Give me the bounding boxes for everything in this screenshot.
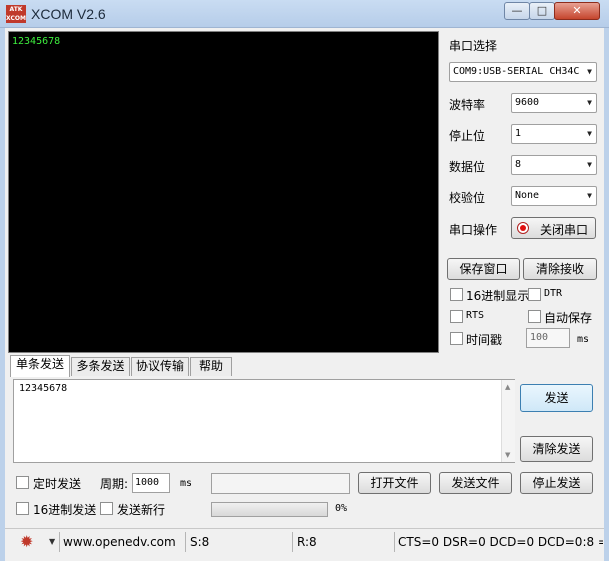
timestamp-interval-input[interactable]: 100 (526, 328, 570, 348)
dtr-checkbox[interactable] (528, 288, 541, 301)
auto-save-label: 自动保存 (544, 311, 593, 325)
scroll-up-icon[interactable]: ▲ (505, 383, 510, 391)
send-text: 12345678 (19, 383, 68, 394)
send-file-button[interactable]: 发送文件 (439, 472, 512, 494)
close-port-label: 关闭串口 (540, 223, 589, 237)
window-title: XCOM V2.6 (31, 6, 106, 22)
hex-send-label: 16进制发送 (33, 503, 97, 517)
timestamp-checkbox[interactable] (450, 332, 463, 345)
tab-help[interactable]: 帮助 (190, 357, 232, 376)
chevron-down-icon: ▼ (587, 191, 592, 200)
minimize-button[interactable]: — (504, 2, 530, 20)
hex-send-checkbox[interactable] (16, 502, 29, 515)
chevron-down-icon: ▼ (587, 98, 592, 107)
stopbits-value: 1 (515, 128, 522, 139)
baud-value: 9600 (515, 97, 540, 108)
receive-text: 12345678 (12, 36, 61, 47)
line-status: CTS=0 DSR=0 DCD=0 DCD=0:8 =0 (398, 535, 603, 549)
status-bar: ✹ ▼ www.openedv.com S:8 R:8 CTS=0 DSR=0 … (5, 528, 604, 556)
status-separator (292, 532, 293, 552)
chevron-down-icon[interactable]: ▼ (49, 537, 55, 546)
stopbits-label: 停止位 (449, 129, 486, 143)
chevron-down-icon: ▼ (587, 160, 592, 169)
send-button[interactable]: 发送 (520, 384, 593, 412)
port-select[interactable]: COM9:USB-SERIAL CH34C ▼ (449, 62, 597, 82)
save-window-button[interactable]: 保存窗口 (447, 258, 520, 280)
period-input[interactable]: 1000 (132, 473, 170, 493)
stopbits-select[interactable]: 1 ▼ (511, 124, 597, 144)
send-newline-checkbox[interactable] (100, 502, 113, 515)
send-scrollbar[interactable]: ▲ ▼ (501, 380, 515, 462)
close-button[interactable]: ✕ (554, 2, 600, 20)
maximize-button[interactable]: □ (529, 2, 555, 20)
chevron-down-icon: ▼ (587, 67, 592, 76)
file-path-field[interactable] (211, 473, 350, 494)
port-operation-label: 串口操作 (449, 223, 498, 237)
parity-label: 校验位 (449, 191, 486, 205)
auto-save-checkbox[interactable] (528, 310, 541, 323)
timestamp-label: 时间戳 (466, 333, 503, 347)
hex-display-checkbox[interactable] (450, 288, 463, 301)
sent-count: S:8 (190, 535, 210, 549)
databits-label: 数据位 (449, 160, 486, 174)
logo-text-top: ATK (9, 6, 23, 13)
period-unit: ms (180, 478, 193, 489)
send-progress-bar (211, 502, 328, 517)
chevron-down-icon: ▼ (587, 129, 592, 138)
baud-label: 波特率 (449, 98, 486, 112)
stop-send-button[interactable]: 停止发送 (520, 472, 593, 494)
dtr-label: DTR (544, 288, 563, 299)
timed-send-label: 定时发送 (33, 477, 82, 491)
app-logo: ATK XCOM (6, 5, 26, 23)
clear-receive-button[interactable]: 清除接收 (523, 258, 597, 280)
close-port-button[interactable]: 关闭串口 (511, 217, 596, 239)
status-separator (394, 532, 395, 552)
databits-value: 8 (515, 159, 522, 170)
port-select-value: COM9:USB-SERIAL CH34C (453, 66, 580, 77)
status-separator (185, 532, 186, 552)
clear-send-button[interactable]: 清除发送 (520, 436, 593, 462)
parity-select[interactable]: None ▼ (511, 186, 597, 206)
scroll-down-icon[interactable]: ▼ (505, 451, 510, 459)
hex-display-label: 16进制显示 (466, 289, 530, 303)
baud-select[interactable]: 9600 ▼ (511, 93, 597, 113)
record-icon-dot (520, 225, 526, 231)
tab-single-send[interactable]: 单条发送 (10, 355, 70, 377)
open-file-button[interactable]: 打开文件 (358, 472, 431, 494)
tab-multi-send[interactable]: 多条发送 (71, 357, 130, 376)
rts-checkbox[interactable] (450, 310, 463, 323)
tab-protocol[interactable]: 协议传输 (131, 357, 189, 376)
send-newline-label: 发送新行 (117, 503, 166, 517)
status-separator (59, 532, 60, 552)
receive-area[interactable]: 12345678 (8, 31, 439, 353)
logo-text-bottom: XCOM (6, 15, 26, 22)
send-input[interactable]: 12345678 ▲ ▼ (13, 379, 515, 463)
record-icon (517, 222, 529, 234)
databits-select[interactable]: 8 ▼ (511, 155, 597, 175)
send-progress-label: 0% (335, 503, 348, 514)
title-bar: ATK XCOM XCOM V2.6 — □ ✕ (0, 0, 609, 28)
parity-value: None (515, 190, 540, 201)
website-link[interactable]: www.openedv.com (63, 535, 176, 549)
timestamp-unit: ms (577, 334, 590, 345)
port-select-label: 串口选择 (449, 39, 498, 53)
rts-label: RTS (466, 310, 485, 321)
period-label: 周期: (100, 477, 129, 491)
received-count: R:8 (297, 535, 317, 549)
gear-icon[interactable]: ✹ (20, 534, 33, 550)
timed-send-checkbox[interactable] (16, 476, 29, 489)
